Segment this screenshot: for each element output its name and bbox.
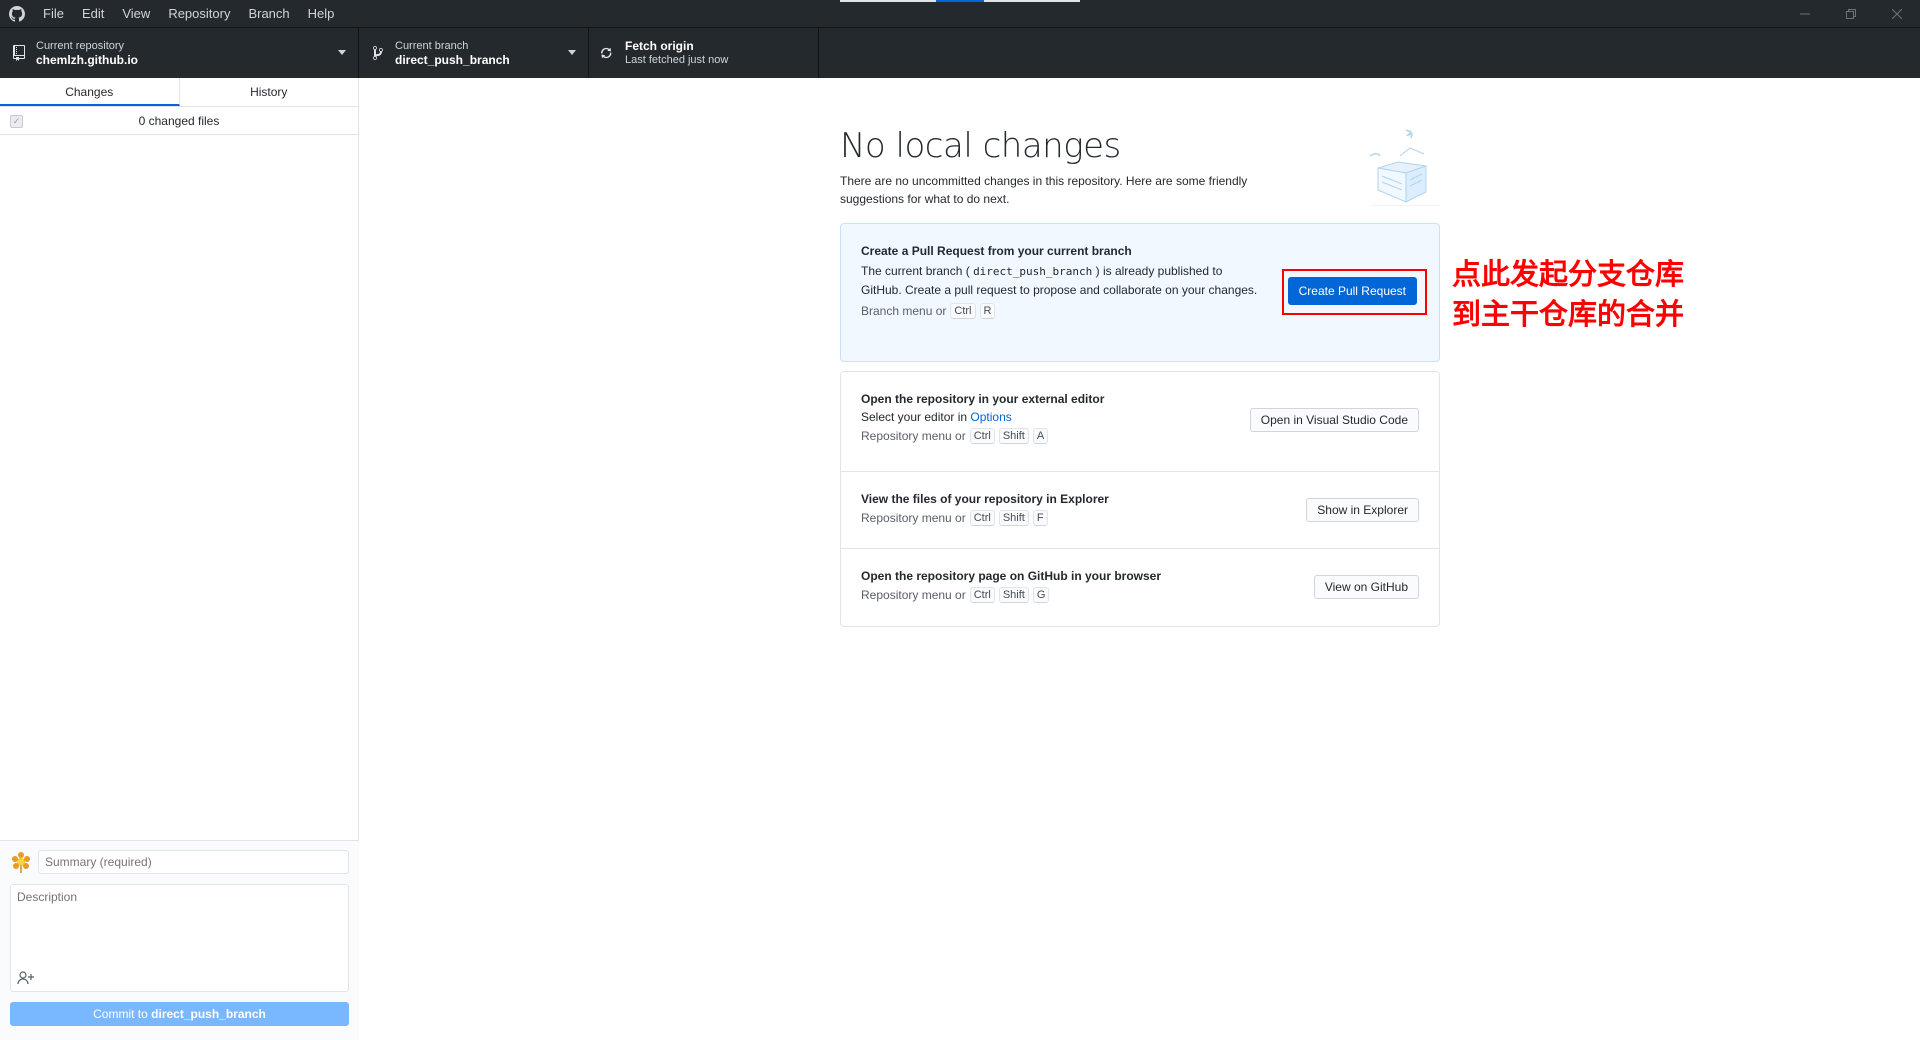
- page-title: No local changes: [840, 126, 1121, 166]
- title-drag-marks: [840, 0, 1080, 2]
- pr-card-title: Create a Pull Request from your current …: [861, 244, 1132, 258]
- editor-body-text: Select your editor in: [861, 410, 968, 424]
- menu-file[interactable]: File: [34, 0, 73, 27]
- show-in-explorer-button[interactable]: Show in Explorer: [1306, 498, 1419, 522]
- menu-branch[interactable]: Branch: [239, 0, 298, 27]
- pull-request-card: Create a Pull Request from your current …: [840, 223, 1440, 362]
- page-subtitle: There are no uncommitted changes in this…: [840, 174, 1248, 206]
- sidebar: Changes History ✓ 0 changed files Summar…: [0, 78, 359, 1040]
- commit-branch: direct_push_branch: [151, 1007, 266, 1021]
- select-all-checkbox[interactable]: ✓: [10, 115, 23, 128]
- kbd-shift: Shift: [998, 428, 1029, 444]
- editor-title: Open the repository in your external edi…: [861, 392, 1105, 406]
- chevron-down-icon: [338, 50, 346, 55]
- kbd-shift: Shift: [998, 510, 1029, 526]
- window-controls: [1782, 0, 1920, 27]
- options-link[interactable]: Options: [970, 410, 1011, 424]
- main-panel: No local changes There are no uncommitte…: [360, 78, 1920, 1040]
- suggestions-card: Open the repository in your external edi…: [840, 371, 1440, 627]
- kbd-ctrl: Ctrl: [969, 510, 995, 526]
- menu-help[interactable]: Help: [299, 0, 344, 27]
- view-on-github-button[interactable]: View on GitHub: [1313, 575, 1419, 599]
- highlight-box: [1282, 269, 1427, 315]
- shortcut-prefix: Repository menu or: [861, 429, 966, 443]
- pr-card-body: The current branch ( direct_push_branch …: [861, 262, 1261, 299]
- commit-prefix: Commit to: [93, 1007, 148, 1021]
- kbd-g: G: [1032, 587, 1050, 603]
- empty-state-illustration-icon: [1366, 126, 1440, 207]
- annotation-line-2: 到主干仓库的合并: [1452, 297, 1685, 331]
- kbd-f: F: [1032, 510, 1048, 526]
- menu-repository[interactable]: Repository: [159, 0, 239, 27]
- menu-view[interactable]: View: [113, 0, 159, 27]
- description-input[interactable]: [11, 885, 348, 965]
- chevron-down-icon: [568, 50, 576, 55]
- kbd-shift: Shift: [998, 587, 1029, 603]
- sync-icon: [599, 44, 617, 62]
- commit-panel: Commit to direct_push_branch: [0, 840, 359, 1040]
- sidebar-tabs: Changes History: [0, 78, 358, 107]
- repo-label: Current repository: [36, 40, 125, 52]
- kbd-ctrl: Ctrl: [969, 428, 995, 444]
- summary-input[interactable]: [38, 850, 349, 874]
- toolbar: Current repository chemlzh.github.io Cur…: [0, 27, 1920, 78]
- avatar: [10, 851, 32, 873]
- shortcut-prefix: Branch menu or: [861, 304, 947, 318]
- branch-selector[interactable]: Current branch direct_push_branch: [359, 28, 589, 78]
- description-box: [10, 884, 349, 992]
- tab-changes[interactable]: Changes: [0, 78, 180, 106]
- fetch-status: Last fetched just now: [625, 54, 729, 66]
- show-explorer-row: View the files of your repository in Exp…: [841, 472, 1439, 549]
- pr-body-start: The current branch (: [861, 264, 970, 278]
- commit-button[interactable]: Commit to direct_push_branch: [10, 1002, 349, 1026]
- branch-label: Current branch: [395, 40, 469, 52]
- changed-files-count: 0 changed files: [138, 113, 220, 128]
- github-logo-icon: [0, 0, 34, 27]
- fetch-origin-button[interactable]: Fetch origin Last fetched just now: [589, 28, 819, 78]
- menu-bar: File Edit View Repository Branch Help: [34, 0, 343, 27]
- branch-icon: [369, 44, 387, 62]
- changed-files-header: ✓ 0 changed files: [0, 107, 358, 135]
- kbd-a: A: [1032, 428, 1049, 444]
- minimize-icon[interactable]: [1782, 0, 1828, 27]
- kbd-ctrl: Ctrl: [969, 587, 995, 603]
- add-coauthor-icon[interactable]: [17, 971, 35, 985]
- restore-icon[interactable]: [1828, 0, 1874, 27]
- shortcut-prefix: Repository menu or: [861, 588, 966, 602]
- kbd-r: R: [979, 303, 996, 319]
- pr-branch-name: direct_push_branch: [973, 265, 1093, 278]
- annotation-text: 点此发起分支仓库 到主干仓库的合并: [1452, 254, 1712, 334]
- repository-selector[interactable]: Current repository chemlzh.github.io: [0, 28, 359, 78]
- repo-icon: [10, 44, 28, 62]
- view-github-row: Open the repository page on GitHub in yo…: [841, 549, 1439, 626]
- annotation-line-1: 点此发起分支仓库: [1452, 257, 1685, 291]
- repo-name: chemlzh.github.io: [36, 53, 138, 67]
- close-icon[interactable]: [1874, 0, 1920, 27]
- branch-name: direct_push_branch: [395, 53, 510, 67]
- open-in-vscode-button[interactable]: Open in Visual Studio Code: [1249, 408, 1419, 432]
- menu-edit[interactable]: Edit: [73, 0, 113, 27]
- shortcut-prefix: Repository menu or: [861, 511, 966, 525]
- fetch-label: Fetch origin: [625, 39, 694, 53]
- tab-history[interactable]: History: [180, 78, 359, 106]
- no-changes-header: No local changes There are no uncommitte…: [840, 126, 1440, 208]
- kbd-ctrl: Ctrl: [950, 303, 976, 319]
- open-editor-row: Open the repository in your external edi…: [841, 372, 1439, 472]
- title-bar: File Edit View Repository Branch Help: [0, 0, 1920, 27]
